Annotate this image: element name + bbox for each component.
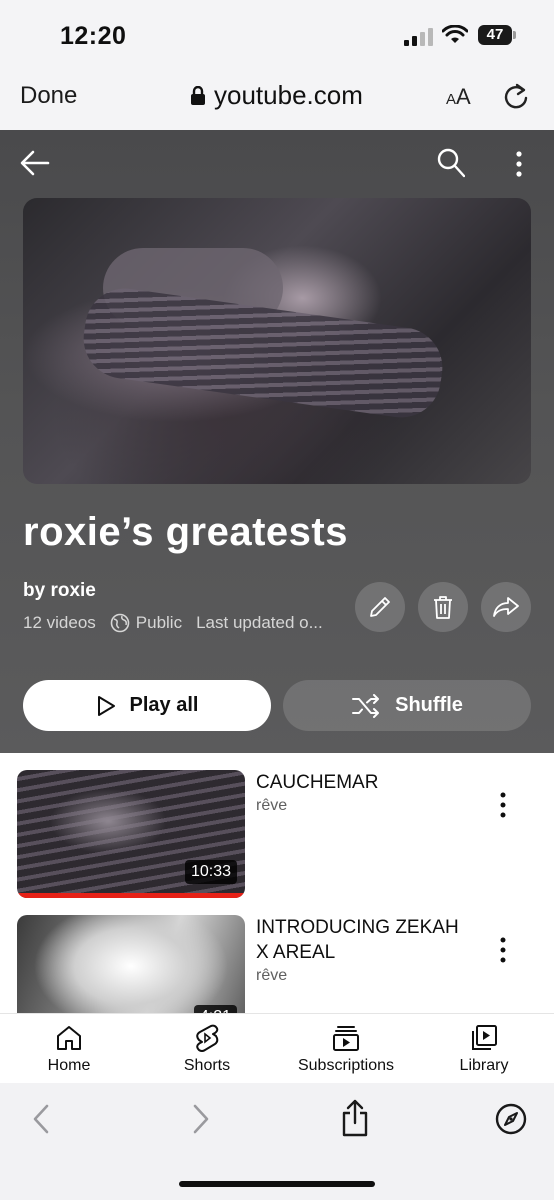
shuffle-button[interactable]: Shuffle bbox=[283, 680, 531, 731]
play-icon bbox=[97, 695, 115, 716]
playlist-title: roxie’s greatests bbox=[23, 510, 348, 554]
done-button[interactable]: Done bbox=[20, 82, 77, 110]
nav-home[interactable]: Home bbox=[38, 1014, 100, 1084]
browser-forward-icon[interactable] bbox=[190, 1103, 212, 1135]
playlist-header: roxie’s greatests by roxie 12 videos Pub… bbox=[0, 130, 554, 753]
pencil-icon bbox=[370, 597, 390, 617]
nav-shorts[interactable]: Shorts bbox=[176, 1014, 238, 1084]
shorts-icon bbox=[196, 1024, 219, 1052]
nav-subscriptions-label: Subscriptions bbox=[297, 1057, 395, 1074]
shuffle-label: Shuffle bbox=[395, 694, 463, 716]
text-size-button[interactable]: AA bbox=[446, 84, 471, 110]
trash-icon bbox=[434, 596, 452, 619]
reload-icon[interactable] bbox=[503, 82, 529, 110]
delete-playlist-button[interactable] bbox=[418, 582, 468, 632]
list-item[interactable]: 10:33 CAUCHEMAR rêve bbox=[0, 770, 554, 910]
last-updated-label: Last updated o... bbox=[196, 613, 323, 632]
playlist-owner[interactable]: by roxie bbox=[23, 580, 96, 602]
visibility-label: Public bbox=[135, 613, 183, 632]
url-text: youtube.com bbox=[214, 80, 363, 110]
video-menu-icon[interactable] bbox=[496, 937, 510, 963]
share-playlist-button[interactable] bbox=[481, 582, 531, 632]
back-arrow-icon[interactable] bbox=[20, 150, 50, 176]
browser-url-bar: Done youtube.com AA bbox=[0, 70, 554, 130]
globe-icon bbox=[110, 613, 130, 633]
app-bottom-nav: Home Shorts Subscriptions Library bbox=[0, 1013, 554, 1083]
nav-library[interactable]: Library bbox=[452, 1014, 516, 1084]
watched-progress-bar bbox=[17, 893, 245, 898]
battery-icon: 47 bbox=[478, 25, 516, 45]
wifi-icon bbox=[442, 25, 468, 43]
battery-level: 47 bbox=[478, 25, 512, 45]
video-menu-icon[interactable] bbox=[496, 792, 510, 818]
nav-library-label: Library bbox=[459, 1057, 509, 1074]
play-all-label: Play all bbox=[129, 694, 199, 716]
nav-home-label: Home bbox=[47, 1057, 91, 1074]
home-indicator[interactable] bbox=[179, 1181, 375, 1187]
edit-playlist-button[interactable] bbox=[355, 582, 405, 632]
address-field[interactable]: youtube.com bbox=[190, 80, 363, 111]
playlist-meta: 12 videos Public Last updated o... bbox=[23, 613, 333, 633]
share-arrow-icon bbox=[493, 597, 519, 617]
status-bar: 12:20 47 bbox=[0, 0, 554, 70]
compass-icon[interactable] bbox=[495, 1103, 527, 1135]
video-count: 12 videos bbox=[23, 613, 96, 632]
share-icon[interactable] bbox=[341, 1099, 369, 1137]
nav-subscriptions[interactable]: Subscriptions bbox=[292, 1014, 400, 1084]
cellular-signal-icon bbox=[404, 28, 433, 46]
video-duration: 10:33 bbox=[184, 860, 237, 884]
nav-shorts-label: Shorts bbox=[183, 1057, 231, 1074]
status-time: 12:20 bbox=[60, 22, 127, 50]
video-title: INTRODUCING ZEKAH X AREAL bbox=[256, 917, 459, 963]
browser-toolbar bbox=[0, 1083, 554, 1200]
browser-back-icon[interactable] bbox=[30, 1103, 52, 1135]
play-all-button[interactable]: Play all bbox=[23, 680, 271, 731]
search-icon[interactable] bbox=[437, 148, 465, 178]
playlist-cover-image[interactable] bbox=[23, 198, 531, 484]
lock-icon bbox=[191, 85, 205, 105]
video-channel: rêve bbox=[256, 797, 288, 814]
shuffle-icon bbox=[352, 693, 380, 718]
video-thumbnail[interactable]: 10:33 bbox=[17, 770, 245, 898]
subscriptions-icon bbox=[333, 1026, 359, 1051]
home-icon bbox=[57, 1026, 81, 1050]
library-icon bbox=[472, 1025, 497, 1050]
more-options-icon[interactable] bbox=[512, 150, 526, 178]
video-channel: rêve bbox=[256, 967, 288, 984]
video-title: CAUCHEMAR bbox=[256, 772, 379, 793]
